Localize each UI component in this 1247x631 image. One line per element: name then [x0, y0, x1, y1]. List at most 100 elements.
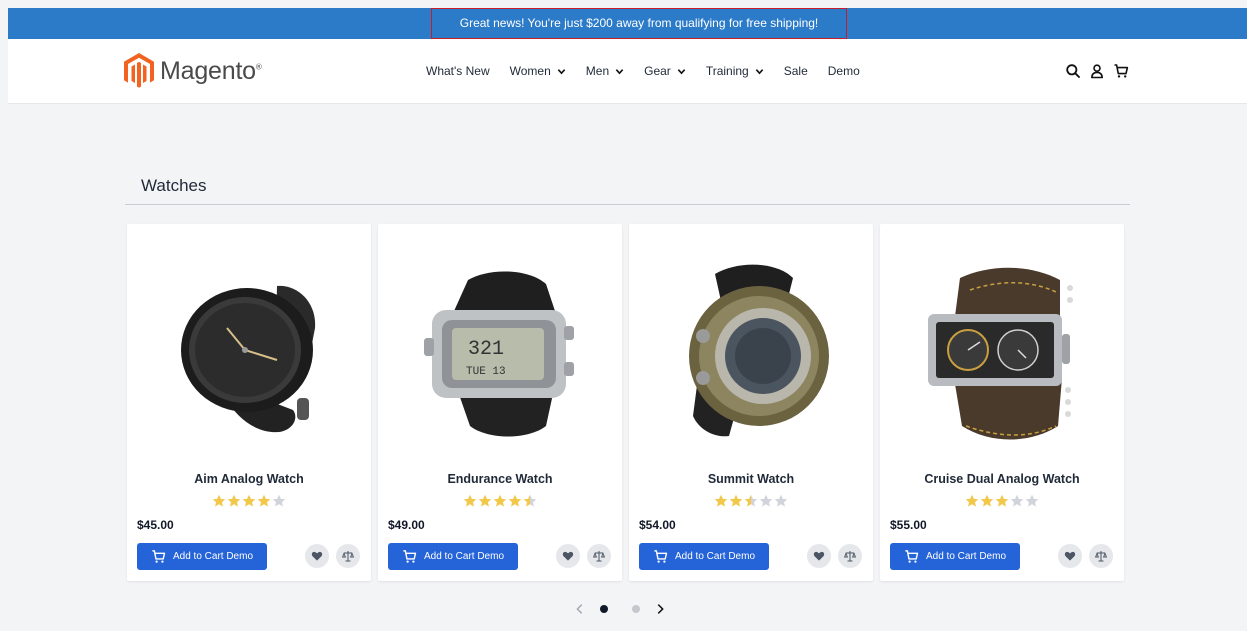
product-name[interactable]: Endurance Watch [378, 472, 622, 486]
logo[interactable]: Magento® [124, 53, 262, 89]
account-icon[interactable] [1089, 63, 1105, 79]
add-to-cart-label: Add to Cart Demo [172, 551, 254, 562]
heart-icon [813, 551, 825, 561]
nav-item-label: Gear [644, 64, 671, 78]
star-filled-icon [242, 494, 256, 507]
add-to-compare-button[interactable] [838, 544, 862, 568]
nav-item-sale[interactable]: Sale [784, 64, 808, 78]
chevron-left-icon [576, 604, 583, 614]
product-image [181, 285, 316, 433]
scale-icon [342, 551, 354, 562]
product-card[interactable]: Summit Watch $54.00 Add to Cart Demo [629, 224, 873, 581]
carousel-prev-button[interactable] [572, 601, 588, 617]
product-name[interactable]: Aim Analog Watch [127, 472, 371, 486]
promo-bar: Great news! You're just $200 away from q… [8, 8, 1247, 39]
add-to-cart-button[interactable]: Add to Cart Demo [890, 543, 1020, 570]
nav-item-women[interactable]: Women [510, 64, 566, 78]
nav-item-training[interactable]: Training [706, 64, 764, 78]
add-to-compare-button[interactable] [336, 544, 360, 568]
star-filled-icon [508, 494, 522, 507]
scale-icon [1095, 551, 1107, 562]
star-filled-icon [729, 494, 743, 507]
star-empty-icon [1025, 494, 1039, 507]
cart-icon [654, 550, 668, 563]
nav-item-gear[interactable]: Gear [644, 64, 686, 78]
heart-icon [311, 551, 323, 561]
magento-logo-icon [124, 53, 154, 88]
add-to-compare-button[interactable] [1089, 544, 1113, 568]
star-half-icon [523, 494, 537, 507]
site-header: Magento® What's New Women Men Gear Training S… [8, 39, 1247, 104]
star-empty-icon [774, 494, 788, 507]
carousel-dot[interactable] [600, 605, 608, 613]
chevron-down-icon [615, 68, 624, 74]
product-price: $55.00 [890, 518, 927, 532]
product-image [928, 267, 1073, 440]
search-icon[interactable] [1065, 63, 1081, 79]
product-card[interactable]: 321 TUE 13 Endurance Watch $49.00 Add to… [378, 224, 622, 581]
product-name[interactable]: Cruise Dual Analog Watch [880, 472, 1124, 486]
chevron-down-icon [755, 68, 763, 74]
product-rating [378, 494, 622, 508]
product-card[interactable]: Aim Analog Watch $45.00 Add to Cart Demo [127, 224, 371, 581]
star-filled-icon [212, 494, 226, 507]
nav-item-label: Training [705, 64, 749, 78]
add-to-cart-label: Add to Cart Demo [674, 551, 756, 562]
star-empty-icon [272, 494, 286, 507]
product-image: 321 TUE 13 [424, 271, 574, 437]
nav-item-men[interactable]: Men [586, 64, 624, 78]
product-name[interactable]: Summit Watch [629, 472, 873, 486]
nav-item-label: Men [585, 64, 610, 78]
star-filled-icon [493, 494, 507, 507]
add-to-wishlist-button[interactable] [1058, 544, 1082, 568]
product-card[interactable]: Cruise Dual Analog Watch $55.00 Add to C… [880, 224, 1124, 581]
nav-item-label: Demo [827, 64, 860, 78]
logo-text: Magento® [160, 56, 262, 85]
nav-item-label: What's New [426, 64, 490, 78]
add-to-cart-label: Add to Cart Demo [423, 551, 505, 562]
carousel-next-button[interactable] [652, 601, 668, 617]
product-price: $54.00 [639, 518, 676, 532]
star-filled-icon [227, 494, 241, 507]
nav-item-label: Women [509, 64, 551, 78]
section-divider [125, 204, 1130, 205]
product-price: $49.00 [388, 518, 425, 532]
scale-icon [844, 551, 856, 562]
add-to-wishlist-button[interactable] [305, 544, 329, 568]
star-filled-icon [980, 494, 994, 507]
add-to-wishlist-button[interactable] [807, 544, 831, 568]
scale-icon [593, 551, 605, 562]
add-to-compare-button[interactable] [587, 544, 611, 568]
nav-item-what-s-new[interactable]: What's New [426, 64, 490, 78]
star-half-icon [744, 494, 758, 507]
chevron-right-icon [657, 604, 664, 614]
star-filled-icon [714, 494, 728, 507]
section-title: Watches [141, 176, 207, 195]
product-rating [880, 494, 1124, 508]
star-filled-icon [995, 494, 1009, 507]
cart-icon [152, 550, 166, 563]
svg-text:TUE 13: TUE 13 [466, 366, 506, 378]
star-empty-icon [759, 494, 773, 507]
add-to-cart-button[interactable]: Add to Cart Demo [639, 543, 769, 570]
add-to-wishlist-button[interactable] [556, 544, 580, 568]
svg-text:321: 321 [468, 338, 504, 361]
add-to-cart-button[interactable]: Add to Cart Demo [137, 543, 267, 570]
chevron-down-icon [557, 68, 566, 74]
product-image [689, 264, 829, 437]
heart-icon [562, 551, 574, 561]
product-rating [127, 494, 371, 508]
cart-icon[interactable] [1113, 63, 1129, 79]
heart-icon [1064, 551, 1076, 561]
star-filled-icon [478, 494, 492, 507]
nav-item-demo[interactable]: Demo [828, 64, 860, 78]
product-rating [629, 494, 873, 508]
promo-message: Great news! You're just $200 away from q… [431, 8, 847, 39]
product-price: $45.00 [137, 518, 174, 532]
add-to-cart-button[interactable]: Add to Cart Demo [388, 543, 518, 570]
nav-item-label: Sale [783, 64, 808, 78]
carousel-pager [572, 600, 668, 618]
add-to-cart-label: Add to Cart Demo [925, 551, 1007, 562]
header-actions [1065, 61, 1129, 81]
carousel-dot[interactable] [632, 605, 640, 613]
